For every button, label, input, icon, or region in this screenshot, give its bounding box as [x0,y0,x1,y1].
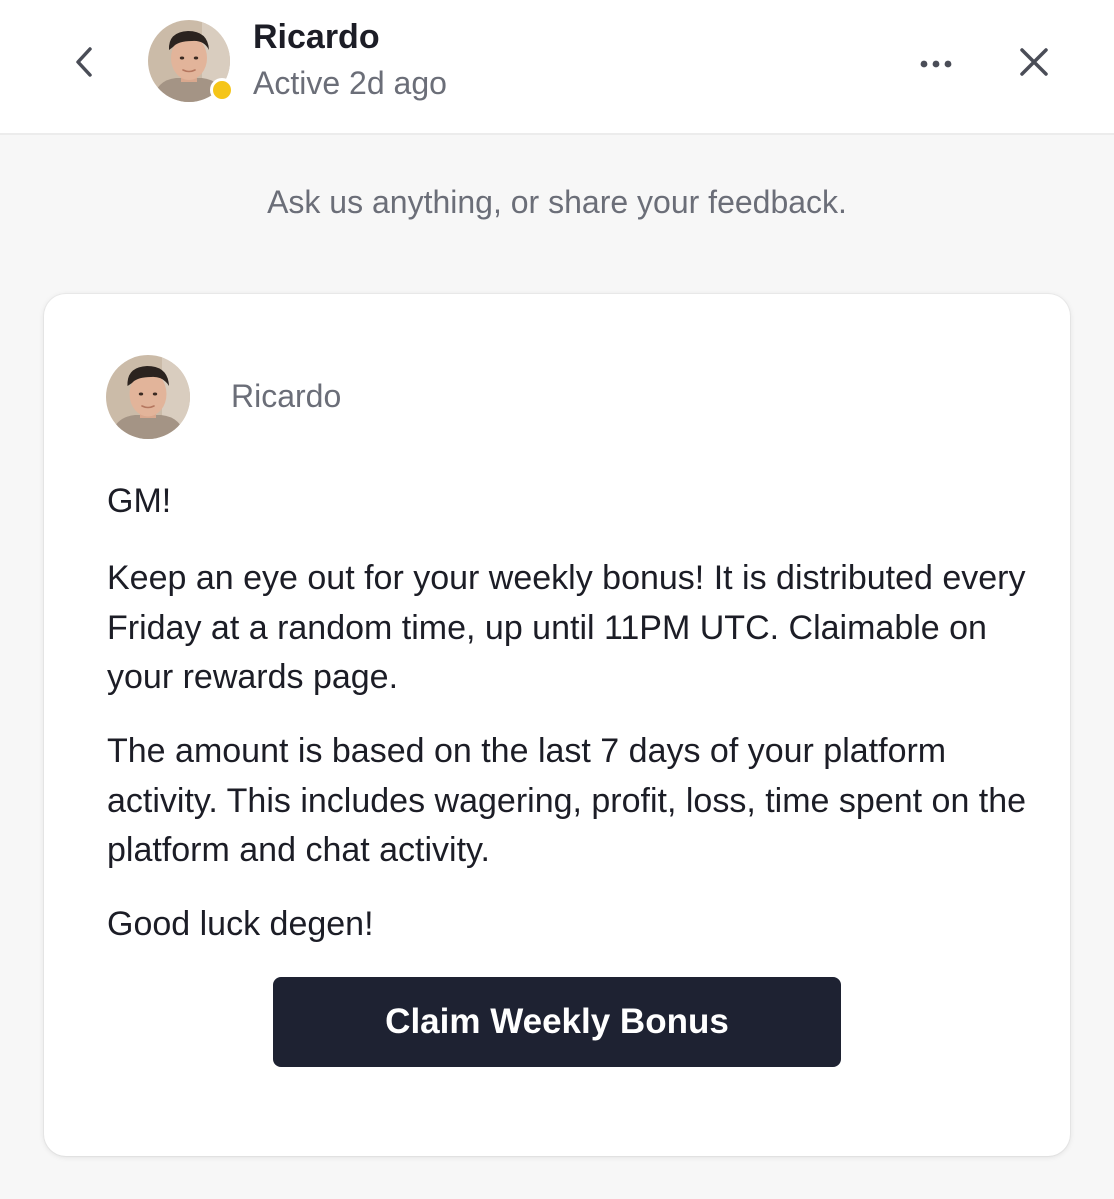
agent-name: Ricardo [253,18,380,56]
chevron-left-icon [76,47,92,77]
close-icon [1020,48,1048,76]
agent-status: Active 2d ago [253,65,447,101]
status-indicator [210,78,234,102]
back-button[interactable] [64,40,104,84]
close-button[interactable] [1010,38,1058,86]
message-paragraph: Good luck degen! [107,905,374,943]
chat-header: Ricardo Active 2d ago [0,0,1114,135]
message-card: Ricardo GM! Keep an eye out for your wee… [44,294,1070,1156]
claim-weekly-bonus-button[interactable]: Claim Weekly Bonus [273,977,841,1067]
author-avatar [106,355,190,439]
more-options-button[interactable] [912,44,964,84]
agent-avatar[interactable] [148,20,234,104]
message-paragraph: GM! [107,482,172,520]
intro-text: Ask us anything, or share your feedback. [267,184,847,220]
message-author: Ricardo [231,378,342,414]
message-paragraph: Keep an eye out for your weekly bonus! I… [107,559,1026,696]
ellipsis-icon [920,60,952,68]
message-paragraph: The amount is based on the last 7 days o… [107,732,1027,869]
